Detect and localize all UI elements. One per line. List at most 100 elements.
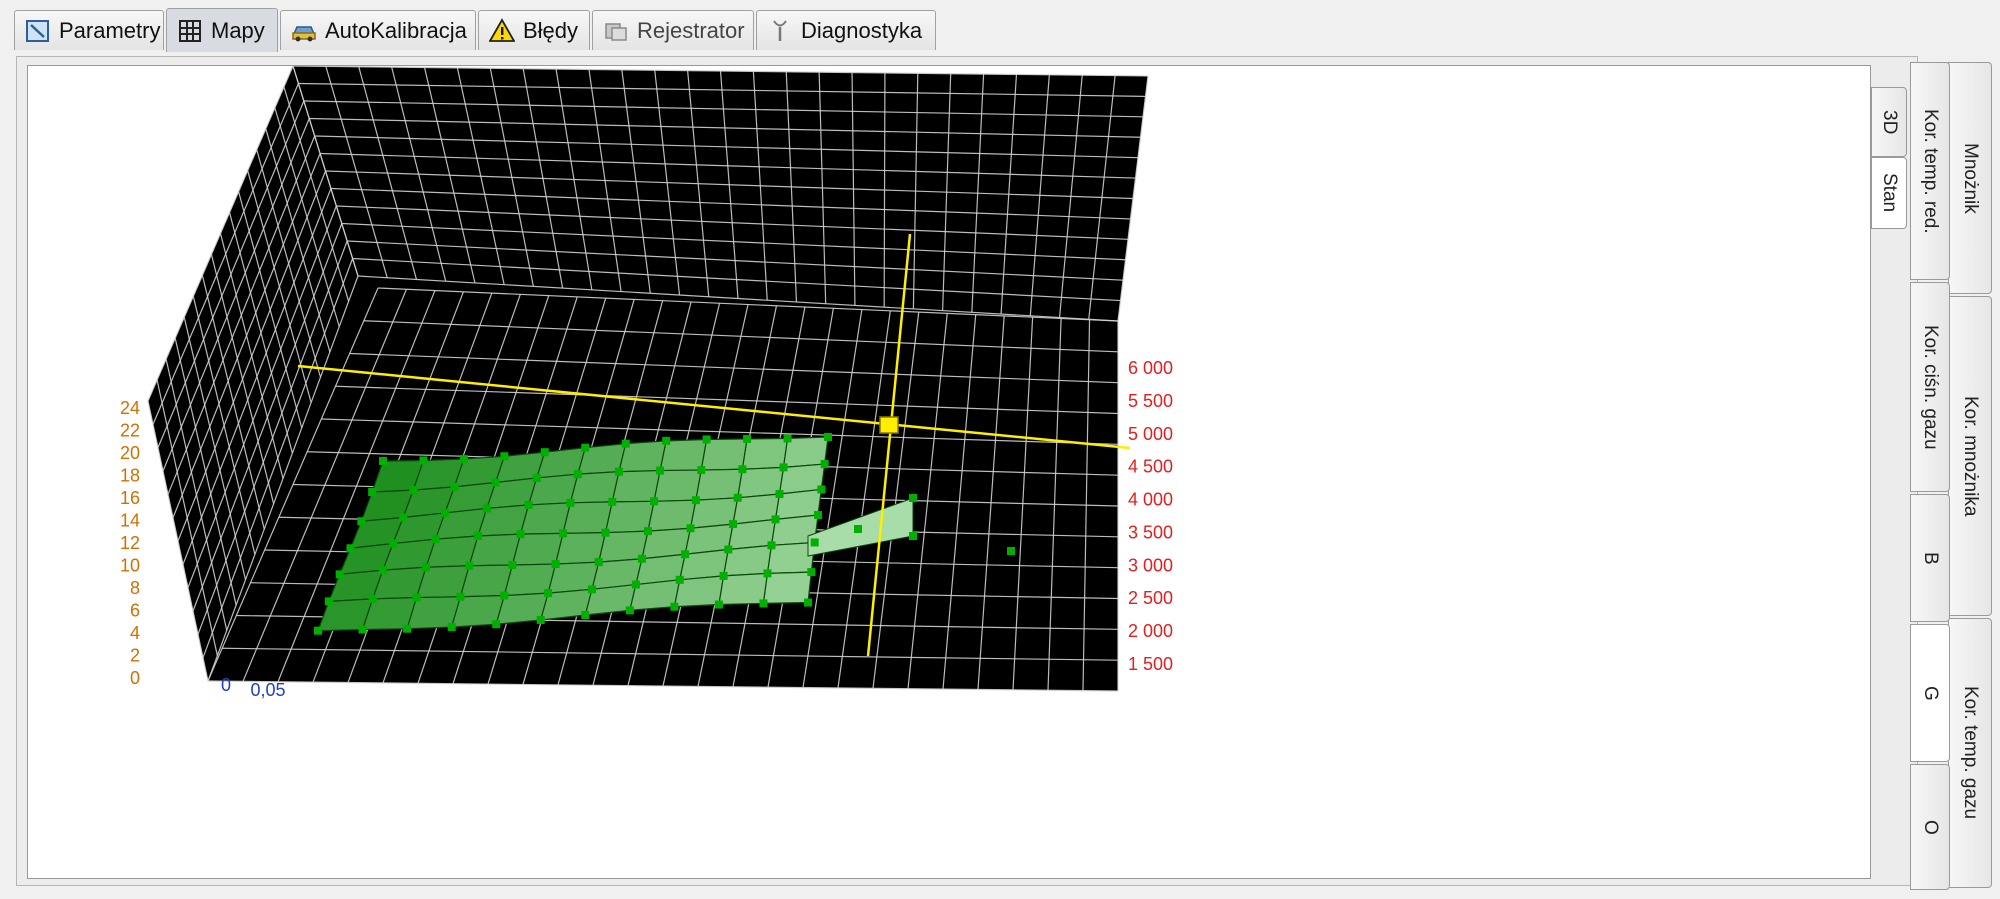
surface-point [702, 435, 711, 444]
surface-point [817, 485, 826, 494]
grid-map-icon [179, 19, 201, 42]
map-tab-kor-cisn-gazu[interactable]: Kor. ciśn. gazu [1910, 282, 1950, 492]
left-axis-tick: 22 [120, 421, 140, 441]
surface-point [614, 467, 623, 476]
right-axis-tick: 5 000 [1128, 424, 1173, 444]
surface-point [733, 493, 742, 502]
map-tab-o[interactable]: O [1910, 764, 1950, 890]
map-tab-b[interactable]: B [1910, 494, 1950, 622]
tab-label: AutoKalibracja [325, 17, 467, 43]
surface-point [536, 615, 545, 624]
surface-point [637, 554, 646, 563]
map-tab-label: B [1920, 551, 1941, 565]
surface-point [738, 465, 747, 474]
surface-point [379, 457, 387, 465]
map-tab-label: Kor. ciśn. gazu [1920, 324, 1941, 450]
main-tab-bar: Parametry Mapy AutoKalibracja Błędy Reje… [0, 0, 2000, 56]
left-axis-tick: 6 [130, 601, 140, 621]
view-tab-3d[interactable]: 3D [1871, 87, 1907, 157]
surface-point [324, 597, 333, 606]
left-axis-tick: 18 [120, 466, 140, 486]
map-tab-kor-temp-red[interactable]: Kor. temp. red. [1910, 62, 1950, 280]
left-axis-tick: 16 [120, 488, 140, 508]
surface-point [559, 529, 567, 538]
surface-point [465, 561, 474, 570]
surface-point [500, 452, 509, 461]
warning-icon [489, 17, 515, 42]
surface-point [767, 541, 776, 550]
surface-point [743, 434, 752, 443]
surface-point [675, 575, 684, 584]
bottom-axis-tick: 0,05 [250, 680, 285, 700]
tab-autokalibracja[interactable]: AutoKalibracja [280, 10, 476, 50]
bottom-axis-tick: 0 [221, 675, 231, 695]
right-axis-tick: 6 000 [1128, 358, 1173, 378]
surface-point [775, 490, 784, 499]
surface-point [631, 580, 640, 589]
map-tab-kor-mnoznika[interactable]: Kor. mnożnika [1948, 296, 1992, 616]
left-axis-tick: 0 [130, 668, 140, 688]
view-tab-stan[interactable]: Stan [1871, 157, 1907, 229]
surface-point [500, 591, 509, 600]
tab-label: Mapy [211, 17, 265, 43]
surface-point [588, 585, 597, 594]
diagnostics-probe-icon [773, 19, 787, 41]
surface-point [378, 566, 387, 575]
right-axis-tick: 2 500 [1128, 588, 1173, 608]
left-axis-tick: 2 [130, 646, 140, 666]
surface-point [540, 448, 549, 457]
tab-label: Parametry [59, 17, 161, 43]
surface-point [581, 443, 590, 452]
surface-point [814, 511, 822, 520]
tab-mapy[interactable]: Mapy [166, 8, 278, 52]
tab-diagnostyka[interactable]: Diagnostyka [756, 10, 936, 50]
left-axis-tick: 14 [120, 511, 140, 531]
tab-rejestrator[interactable]: Rejestrator [592, 10, 754, 50]
tab-bledy[interactable]: Błędy [478, 10, 590, 50]
surface-point [403, 624, 412, 633]
surface-point [431, 535, 440, 544]
surface-point [516, 530, 525, 539]
surface-3d-plot[interactable]: 2422201816141210864206 0005 5005 0004 50… [28, 66, 1870, 878]
surface-point [482, 504, 491, 513]
surface-point [779, 463, 788, 472]
surface-point [491, 478, 500, 487]
recorder-icon [605, 22, 627, 41]
surface-point [422, 563, 431, 572]
surface-point [357, 517, 366, 526]
surface-point [608, 497, 617, 506]
map-tab-label: Kor. temp. gazu [1960, 686, 1981, 820]
right-axis-tick: 5 500 [1128, 391, 1173, 411]
parameters-icon [26, 19, 49, 42]
surface-point [419, 456, 428, 465]
map-tab-label: Mnożnik [1960, 142, 1981, 214]
surface-point [697, 466, 706, 475]
surface-point [771, 515, 780, 524]
surface-point [681, 550, 690, 559]
map-tab-label: O [1920, 819, 1941, 835]
surface-point [524, 500, 533, 509]
surface-point [807, 568, 816, 577]
surface-point [566, 498, 575, 507]
surface-point [346, 544, 355, 553]
right-axis-tick: 4 500 [1128, 457, 1173, 477]
surface-point [368, 488, 377, 497]
surface-point [594, 558, 603, 567]
tab-parametry[interactable]: Parametry [14, 10, 164, 50]
surface-point [810, 538, 819, 547]
surface-point [691, 496, 700, 505]
surface-point [824, 432, 832, 441]
map-tab-mnoznik[interactable]: Mnożnik [1948, 62, 1992, 294]
surface-point [508, 560, 517, 569]
chart-3d-area[interactable]: 24 22 20 18 16 14 12 10 8 6 4 2 0 6 000 5 500 5 000 4 50… [27, 65, 1871, 879]
surface-point [650, 497, 659, 506]
left-axis-tick: 10 [120, 556, 140, 576]
surface-point [447, 623, 456, 632]
view-tab-label: Stan [1879, 173, 1900, 213]
maps-panel: 24 22 20 18 16 14 12 10 8 6 4 2 0 6 000 5 500 5 000 4 50… [16, 56, 1918, 886]
surface-point [450, 482, 459, 491]
map-tab-g[interactable]: G [1910, 624, 1950, 762]
map-tab-kor-temp-gazu[interactable]: Kor. temp. gazu [1948, 618, 1992, 888]
surface-point [804, 598, 812, 607]
map-tab-label: Kor. mnożnika [1960, 395, 1981, 517]
